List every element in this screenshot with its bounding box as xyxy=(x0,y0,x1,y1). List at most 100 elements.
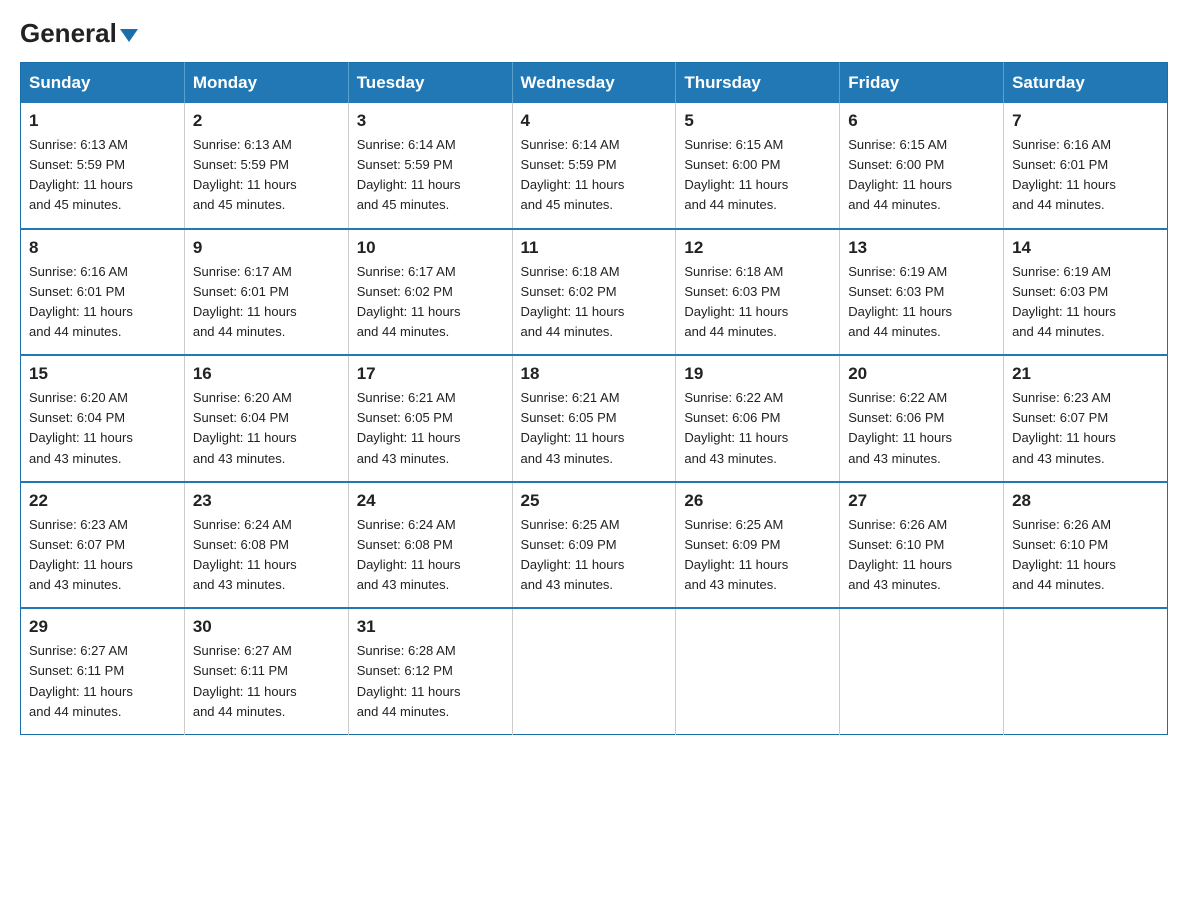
calendar-cell: 29 Sunrise: 6:27 AM Sunset: 6:11 PM Dayl… xyxy=(21,608,185,734)
calendar-cell: 12 Sunrise: 6:18 AM Sunset: 6:03 PM Dayl… xyxy=(676,229,840,356)
calendar-cell: 10 Sunrise: 6:17 AM Sunset: 6:02 PM Dayl… xyxy=(348,229,512,356)
day-number: 20 xyxy=(848,364,995,384)
day-info: Sunrise: 6:19 AM Sunset: 6:03 PM Dayligh… xyxy=(848,262,995,343)
weekday-header-wednesday: Wednesday xyxy=(512,63,676,104)
day-number: 1 xyxy=(29,111,176,131)
calendar-cell: 9 Sunrise: 6:17 AM Sunset: 6:01 PM Dayli… xyxy=(184,229,348,356)
day-info: Sunrise: 6:18 AM Sunset: 6:02 PM Dayligh… xyxy=(521,262,668,343)
day-info: Sunrise: 6:20 AM Sunset: 6:04 PM Dayligh… xyxy=(29,388,176,469)
calendar-cell xyxy=(512,608,676,734)
calendar-cell: 30 Sunrise: 6:27 AM Sunset: 6:11 PM Dayl… xyxy=(184,608,348,734)
day-info: Sunrise: 6:24 AM Sunset: 6:08 PM Dayligh… xyxy=(357,515,504,596)
day-number: 2 xyxy=(193,111,340,131)
calendar-cell xyxy=(676,608,840,734)
calendar-cell: 17 Sunrise: 6:21 AM Sunset: 6:05 PM Dayl… xyxy=(348,355,512,482)
weekday-header-sunday: Sunday xyxy=(21,63,185,104)
day-number: 31 xyxy=(357,617,504,637)
day-info: Sunrise: 6:16 AM Sunset: 6:01 PM Dayligh… xyxy=(1012,135,1159,216)
day-info: Sunrise: 6:24 AM Sunset: 6:08 PM Dayligh… xyxy=(193,515,340,596)
day-info: Sunrise: 6:14 AM Sunset: 5:59 PM Dayligh… xyxy=(521,135,668,216)
day-info: Sunrise: 6:22 AM Sunset: 6:06 PM Dayligh… xyxy=(848,388,995,469)
calendar-cell: 20 Sunrise: 6:22 AM Sunset: 6:06 PM Dayl… xyxy=(840,355,1004,482)
day-number: 18 xyxy=(521,364,668,384)
day-number: 24 xyxy=(357,491,504,511)
day-number: 13 xyxy=(848,238,995,258)
calendar-week-row: 1 Sunrise: 6:13 AM Sunset: 5:59 PM Dayli… xyxy=(21,103,1168,229)
calendar-cell: 27 Sunrise: 6:26 AM Sunset: 6:10 PM Dayl… xyxy=(840,482,1004,609)
calendar-cell: 28 Sunrise: 6:26 AM Sunset: 6:10 PM Dayl… xyxy=(1004,482,1168,609)
day-info: Sunrise: 6:21 AM Sunset: 6:05 PM Dayligh… xyxy=(521,388,668,469)
day-info: Sunrise: 6:21 AM Sunset: 6:05 PM Dayligh… xyxy=(357,388,504,469)
calendar-cell: 26 Sunrise: 6:25 AM Sunset: 6:09 PM Dayl… xyxy=(676,482,840,609)
calendar-week-row: 29 Sunrise: 6:27 AM Sunset: 6:11 PM Dayl… xyxy=(21,608,1168,734)
day-info: Sunrise: 6:23 AM Sunset: 6:07 PM Dayligh… xyxy=(29,515,176,596)
calendar-cell: 1 Sunrise: 6:13 AM Sunset: 5:59 PM Dayli… xyxy=(21,103,185,229)
calendar-cell: 8 Sunrise: 6:16 AM Sunset: 6:01 PM Dayli… xyxy=(21,229,185,356)
day-number: 26 xyxy=(684,491,831,511)
calendar-cell: 14 Sunrise: 6:19 AM Sunset: 6:03 PM Dayl… xyxy=(1004,229,1168,356)
day-number: 3 xyxy=(357,111,504,131)
day-number: 5 xyxy=(684,111,831,131)
calendar-cell: 13 Sunrise: 6:19 AM Sunset: 6:03 PM Dayl… xyxy=(840,229,1004,356)
calendar-cell: 5 Sunrise: 6:15 AM Sunset: 6:00 PM Dayli… xyxy=(676,103,840,229)
calendar-cell: 2 Sunrise: 6:13 AM Sunset: 5:59 PM Dayli… xyxy=(184,103,348,229)
day-number: 17 xyxy=(357,364,504,384)
calendar-cell: 11 Sunrise: 6:18 AM Sunset: 6:02 PM Dayl… xyxy=(512,229,676,356)
calendar-cell: 22 Sunrise: 6:23 AM Sunset: 6:07 PM Dayl… xyxy=(21,482,185,609)
day-info: Sunrise: 6:25 AM Sunset: 6:09 PM Dayligh… xyxy=(521,515,668,596)
day-number: 19 xyxy=(684,364,831,384)
day-number: 11 xyxy=(521,238,668,258)
day-number: 23 xyxy=(193,491,340,511)
calendar-cell: 4 Sunrise: 6:14 AM Sunset: 5:59 PM Dayli… xyxy=(512,103,676,229)
calendar-cell: 16 Sunrise: 6:20 AM Sunset: 6:04 PM Dayl… xyxy=(184,355,348,482)
calendar-cell: 24 Sunrise: 6:24 AM Sunset: 6:08 PM Dayl… xyxy=(348,482,512,609)
day-info: Sunrise: 6:13 AM Sunset: 5:59 PM Dayligh… xyxy=(29,135,176,216)
day-number: 25 xyxy=(521,491,668,511)
day-info: Sunrise: 6:17 AM Sunset: 6:02 PM Dayligh… xyxy=(357,262,504,343)
calendar-cell: 23 Sunrise: 6:24 AM Sunset: 6:08 PM Dayl… xyxy=(184,482,348,609)
weekday-header-monday: Monday xyxy=(184,63,348,104)
day-info: Sunrise: 6:13 AM Sunset: 5:59 PM Dayligh… xyxy=(193,135,340,216)
day-info: Sunrise: 6:26 AM Sunset: 6:10 PM Dayligh… xyxy=(1012,515,1159,596)
day-number: 28 xyxy=(1012,491,1159,511)
day-info: Sunrise: 6:26 AM Sunset: 6:10 PM Dayligh… xyxy=(848,515,995,596)
calendar-cell: 6 Sunrise: 6:15 AM Sunset: 6:00 PM Dayli… xyxy=(840,103,1004,229)
calendar-table: SundayMondayTuesdayWednesdayThursdayFrid… xyxy=(20,62,1168,735)
day-number: 7 xyxy=(1012,111,1159,131)
calendar-cell: 25 Sunrise: 6:25 AM Sunset: 6:09 PM Dayl… xyxy=(512,482,676,609)
day-info: Sunrise: 6:15 AM Sunset: 6:00 PM Dayligh… xyxy=(848,135,995,216)
day-number: 10 xyxy=(357,238,504,258)
calendar-week-row: 15 Sunrise: 6:20 AM Sunset: 6:04 PM Dayl… xyxy=(21,355,1168,482)
day-number: 30 xyxy=(193,617,340,637)
day-info: Sunrise: 6:28 AM Sunset: 6:12 PM Dayligh… xyxy=(357,641,504,722)
day-info: Sunrise: 6:15 AM Sunset: 6:00 PM Dayligh… xyxy=(684,135,831,216)
day-info: Sunrise: 6:25 AM Sunset: 6:09 PM Dayligh… xyxy=(684,515,831,596)
weekday-header-thursday: Thursday xyxy=(676,63,840,104)
day-info: Sunrise: 6:27 AM Sunset: 6:11 PM Dayligh… xyxy=(29,641,176,722)
logo-general: General xyxy=(20,20,138,46)
weekday-header-row: SundayMondayTuesdayWednesdayThursdayFrid… xyxy=(21,63,1168,104)
day-number: 27 xyxy=(848,491,995,511)
day-number: 29 xyxy=(29,617,176,637)
day-info: Sunrise: 6:27 AM Sunset: 6:11 PM Dayligh… xyxy=(193,641,340,722)
day-number: 16 xyxy=(193,364,340,384)
day-info: Sunrise: 6:23 AM Sunset: 6:07 PM Dayligh… xyxy=(1012,388,1159,469)
logo: General xyxy=(20,20,138,44)
day-info: Sunrise: 6:14 AM Sunset: 5:59 PM Dayligh… xyxy=(357,135,504,216)
day-number: 21 xyxy=(1012,364,1159,384)
day-info: Sunrise: 6:18 AM Sunset: 6:03 PM Dayligh… xyxy=(684,262,831,343)
day-number: 8 xyxy=(29,238,176,258)
weekday-header-friday: Friday xyxy=(840,63,1004,104)
day-info: Sunrise: 6:19 AM Sunset: 6:03 PM Dayligh… xyxy=(1012,262,1159,343)
day-info: Sunrise: 6:17 AM Sunset: 6:01 PM Dayligh… xyxy=(193,262,340,343)
weekday-header-saturday: Saturday xyxy=(1004,63,1168,104)
day-info: Sunrise: 6:16 AM Sunset: 6:01 PM Dayligh… xyxy=(29,262,176,343)
calendar-cell: 31 Sunrise: 6:28 AM Sunset: 6:12 PM Dayl… xyxy=(348,608,512,734)
day-number: 6 xyxy=(848,111,995,131)
calendar-cell: 21 Sunrise: 6:23 AM Sunset: 6:07 PM Dayl… xyxy=(1004,355,1168,482)
day-info: Sunrise: 6:20 AM Sunset: 6:04 PM Dayligh… xyxy=(193,388,340,469)
calendar-cell: 18 Sunrise: 6:21 AM Sunset: 6:05 PM Dayl… xyxy=(512,355,676,482)
day-number: 15 xyxy=(29,364,176,384)
day-number: 22 xyxy=(29,491,176,511)
day-number: 9 xyxy=(193,238,340,258)
